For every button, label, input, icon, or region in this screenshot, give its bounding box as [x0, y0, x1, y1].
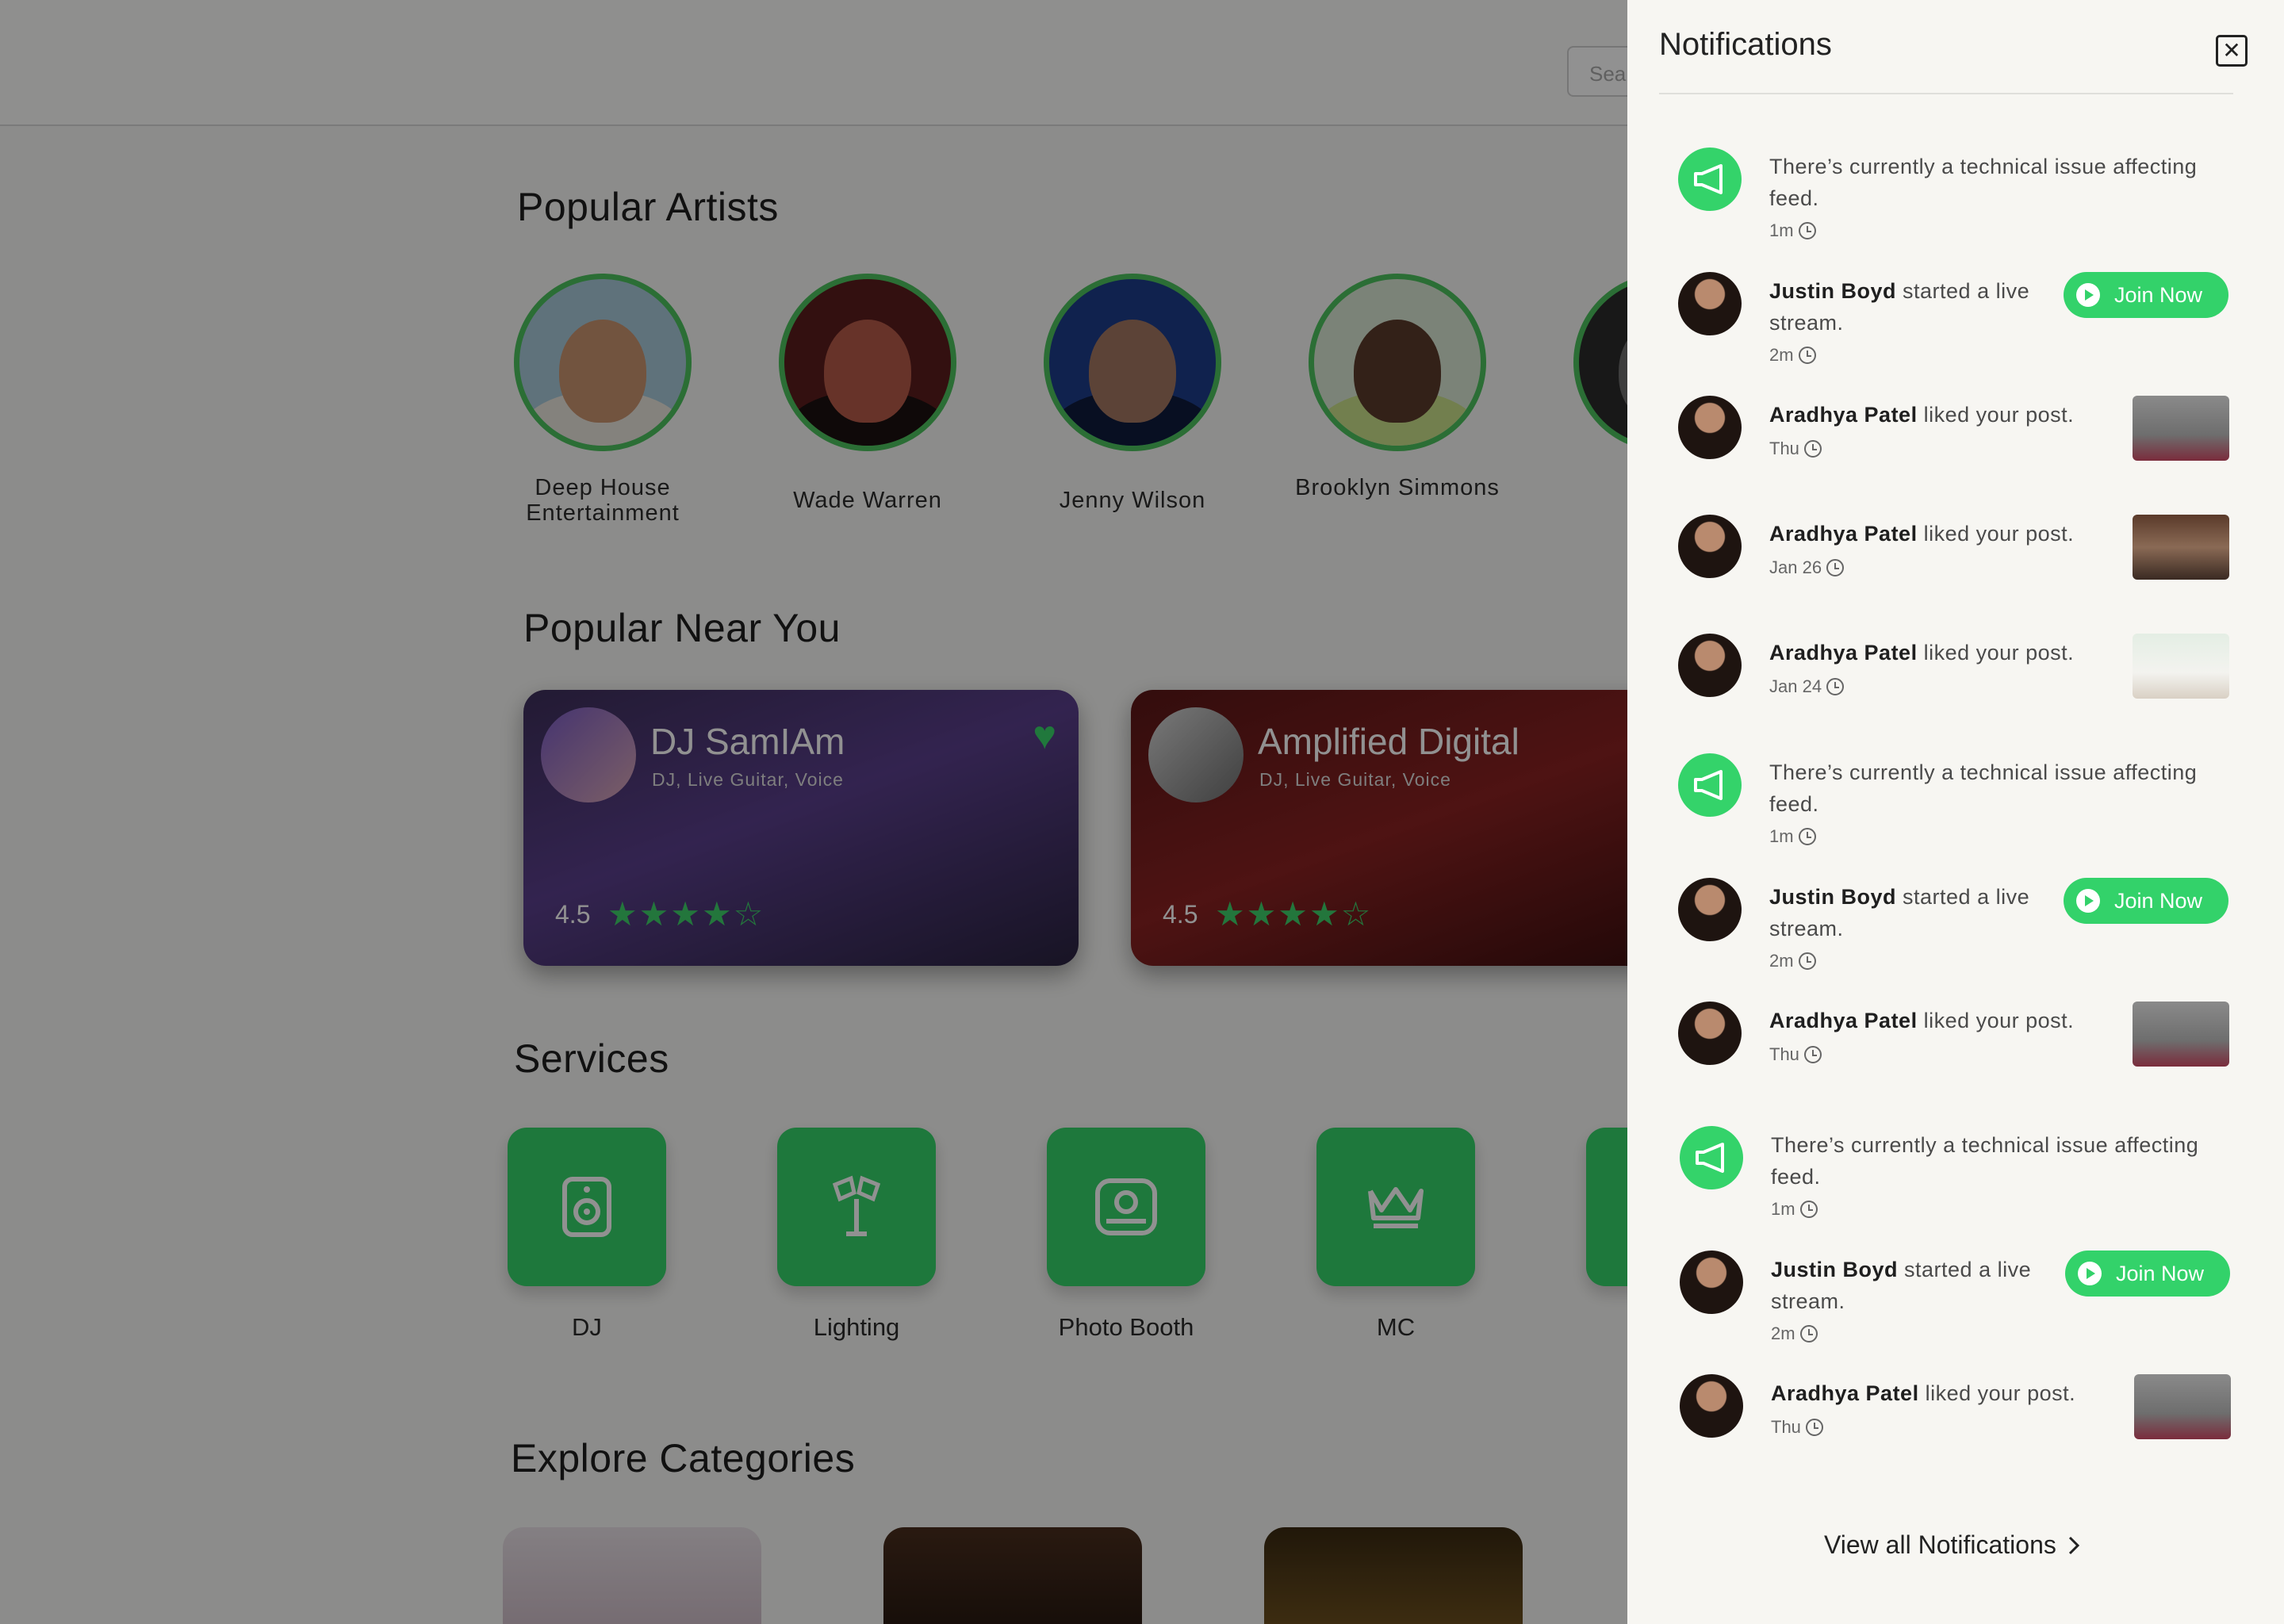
notification-text: There’s currently a technical issue affe…	[1769, 155, 2198, 210]
avatar	[1678, 396, 1742, 459]
avatar	[1678, 878, 1742, 941]
notification-text: There’s currently a technical issue affe…	[1771, 1133, 2199, 1189]
notification-text: Aradhya Patel liked your post.	[1771, 1381, 2076, 1405]
post-thumbnail[interactable]	[2134, 1374, 2231, 1439]
notification-text: Aradhya Patel liked your post.	[1769, 1009, 2075, 1032]
modal-backdrop[interactable]	[0, 0, 1627, 1624]
play-icon	[2076, 889, 2100, 913]
notification-time: Thu	[1769, 439, 1822, 459]
play-icon	[2078, 1262, 2102, 1285]
clock-icon	[1826, 678, 1845, 695]
play-icon	[2076, 283, 2100, 307]
post-thumbnail[interactable]	[2133, 515, 2229, 580]
clock-icon	[1799, 1325, 1818, 1342]
notification-text: Justin Boyd started a live stream.	[1769, 279, 2030, 335]
notification-time: 1m	[1771, 1199, 1818, 1220]
clock-icon	[1798, 828, 1816, 845]
clock-icon	[1798, 952, 1816, 970]
notification-text: Justin Boyd started a live stream.	[1769, 885, 2030, 940]
notification-time: Thu	[1769, 1044, 1822, 1065]
megaphone-icon	[1678, 753, 1742, 817]
clock-icon	[1803, 440, 1822, 458]
clock-icon	[1798, 347, 1816, 364]
notification-time: 2m	[1771, 1323, 1818, 1344]
notification-text: Aradhya Patel liked your post.	[1769, 641, 2075, 665]
notification-time: Thu	[1771, 1417, 1823, 1438]
megaphone-icon	[1678, 147, 1742, 211]
clock-icon	[1798, 222, 1816, 239]
clock-icon	[1805, 1419, 1823, 1436]
join-now-button[interactable]: Join Now	[2065, 1251, 2230, 1297]
notification-time: 2m	[1769, 345, 1816, 366]
view-all-notifications-link[interactable]: View all Notifications	[1824, 1530, 2080, 1560]
chevron-right-icon	[2068, 1536, 2079, 1554]
notification-time: 1m	[1769, 220, 1816, 241]
notification-time: 1m	[1769, 826, 1816, 847]
divider	[1659, 93, 2233, 94]
notification-text: Justin Boyd started a live stream.	[1771, 1258, 2032, 1313]
notification-text: There’s currently a technical issue affe…	[1769, 760, 2198, 816]
join-now-button[interactable]: Join Now	[2064, 272, 2228, 318]
notification-text: Aradhya Patel liked your post.	[1769, 522, 2075, 546]
avatar	[1678, 634, 1742, 697]
notification-time: Jan 26	[1769, 557, 1845, 578]
join-now-button[interactable]: Join Now	[2064, 878, 2228, 924]
avatar	[1678, 272, 1742, 335]
close-icon[interactable]: ✕	[2216, 35, 2248, 67]
avatar	[1678, 515, 1742, 578]
post-thumbnail[interactable]	[2133, 1002, 2229, 1067]
clock-icon	[1826, 559, 1845, 576]
clock-icon	[1799, 1201, 1818, 1218]
post-thumbnail[interactable]	[2133, 634, 2229, 699]
notifications-drawer: Notifications ✕ There’s currently a tech…	[1627, 0, 2284, 1624]
clock-icon	[1803, 1046, 1822, 1063]
avatar	[1680, 1251, 1743, 1314]
drawer-title: Notifications	[1659, 27, 1832, 62]
notification-time: 2m	[1769, 951, 1816, 971]
notification-text: Aradhya Patel liked your post.	[1769, 403, 2075, 427]
avatar	[1680, 1374, 1743, 1438]
avatar	[1678, 1002, 1742, 1065]
megaphone-icon	[1680, 1126, 1743, 1189]
post-thumbnail[interactable]	[2133, 396, 2229, 461]
notification-time: Jan 24	[1769, 676, 1845, 697]
